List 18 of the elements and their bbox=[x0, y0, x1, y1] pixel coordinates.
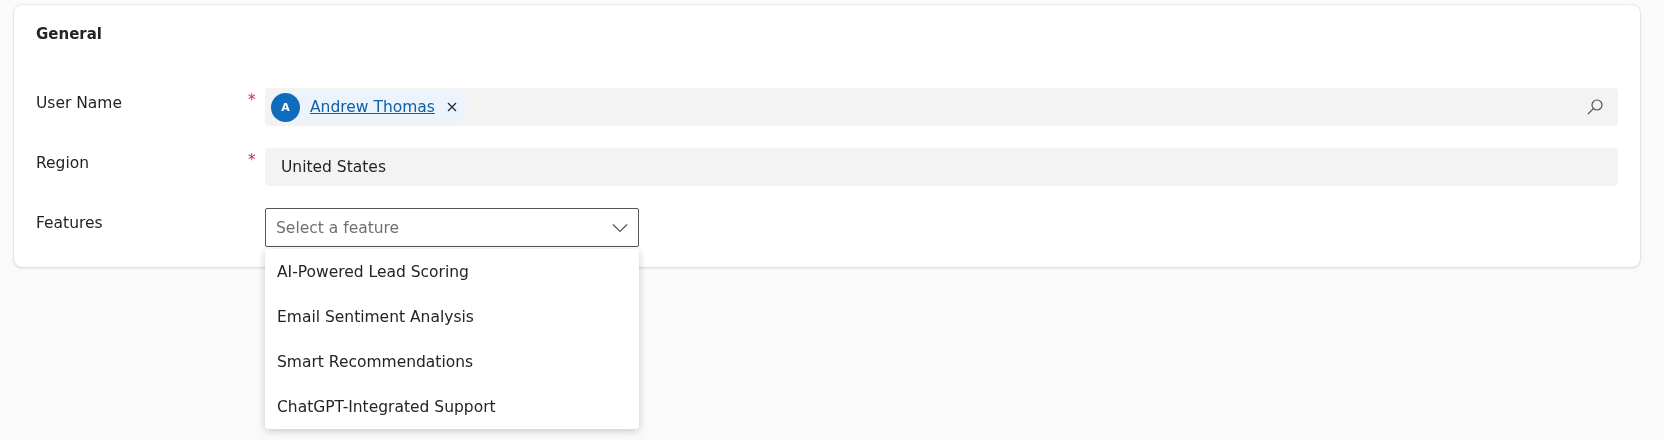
dropdown[interactable]: Select a feature bbox=[265, 208, 639, 247]
chevron-icon bbox=[612, 222, 628, 233]
menu-option[interactable]: ChatGPT-Integrated Support bbox=[265, 384, 639, 429]
person-link[interactable]: Andrew Thomas bbox=[310, 98, 435, 116]
people-field[interactable]: A Andrew Thomas bbox=[265, 88, 1618, 126]
avatar-icon: A bbox=[271, 92, 300, 122]
menu-option[interactable]: Smart Recommendations bbox=[265, 339, 639, 384]
text-field[interactable]: United States bbox=[265, 148, 1618, 186]
menu-option[interactable]: Email Sentiment Analysis bbox=[265, 294, 639, 339]
menu-option[interactable]: AI-Powered Lead Scoring bbox=[265, 249, 639, 294]
section-title: General bbox=[36, 25, 103, 43]
required-mark: * bbox=[248, 90, 256, 109]
search-icon[interactable] bbox=[1586, 98, 1604, 116]
field-label: Region bbox=[36, 153, 91, 172]
field-label: Features bbox=[36, 213, 104, 232]
field-label: User Name bbox=[36, 93, 123, 112]
close-icon[interactable] bbox=[446, 102, 457, 112]
required-mark: * bbox=[248, 150, 256, 169]
